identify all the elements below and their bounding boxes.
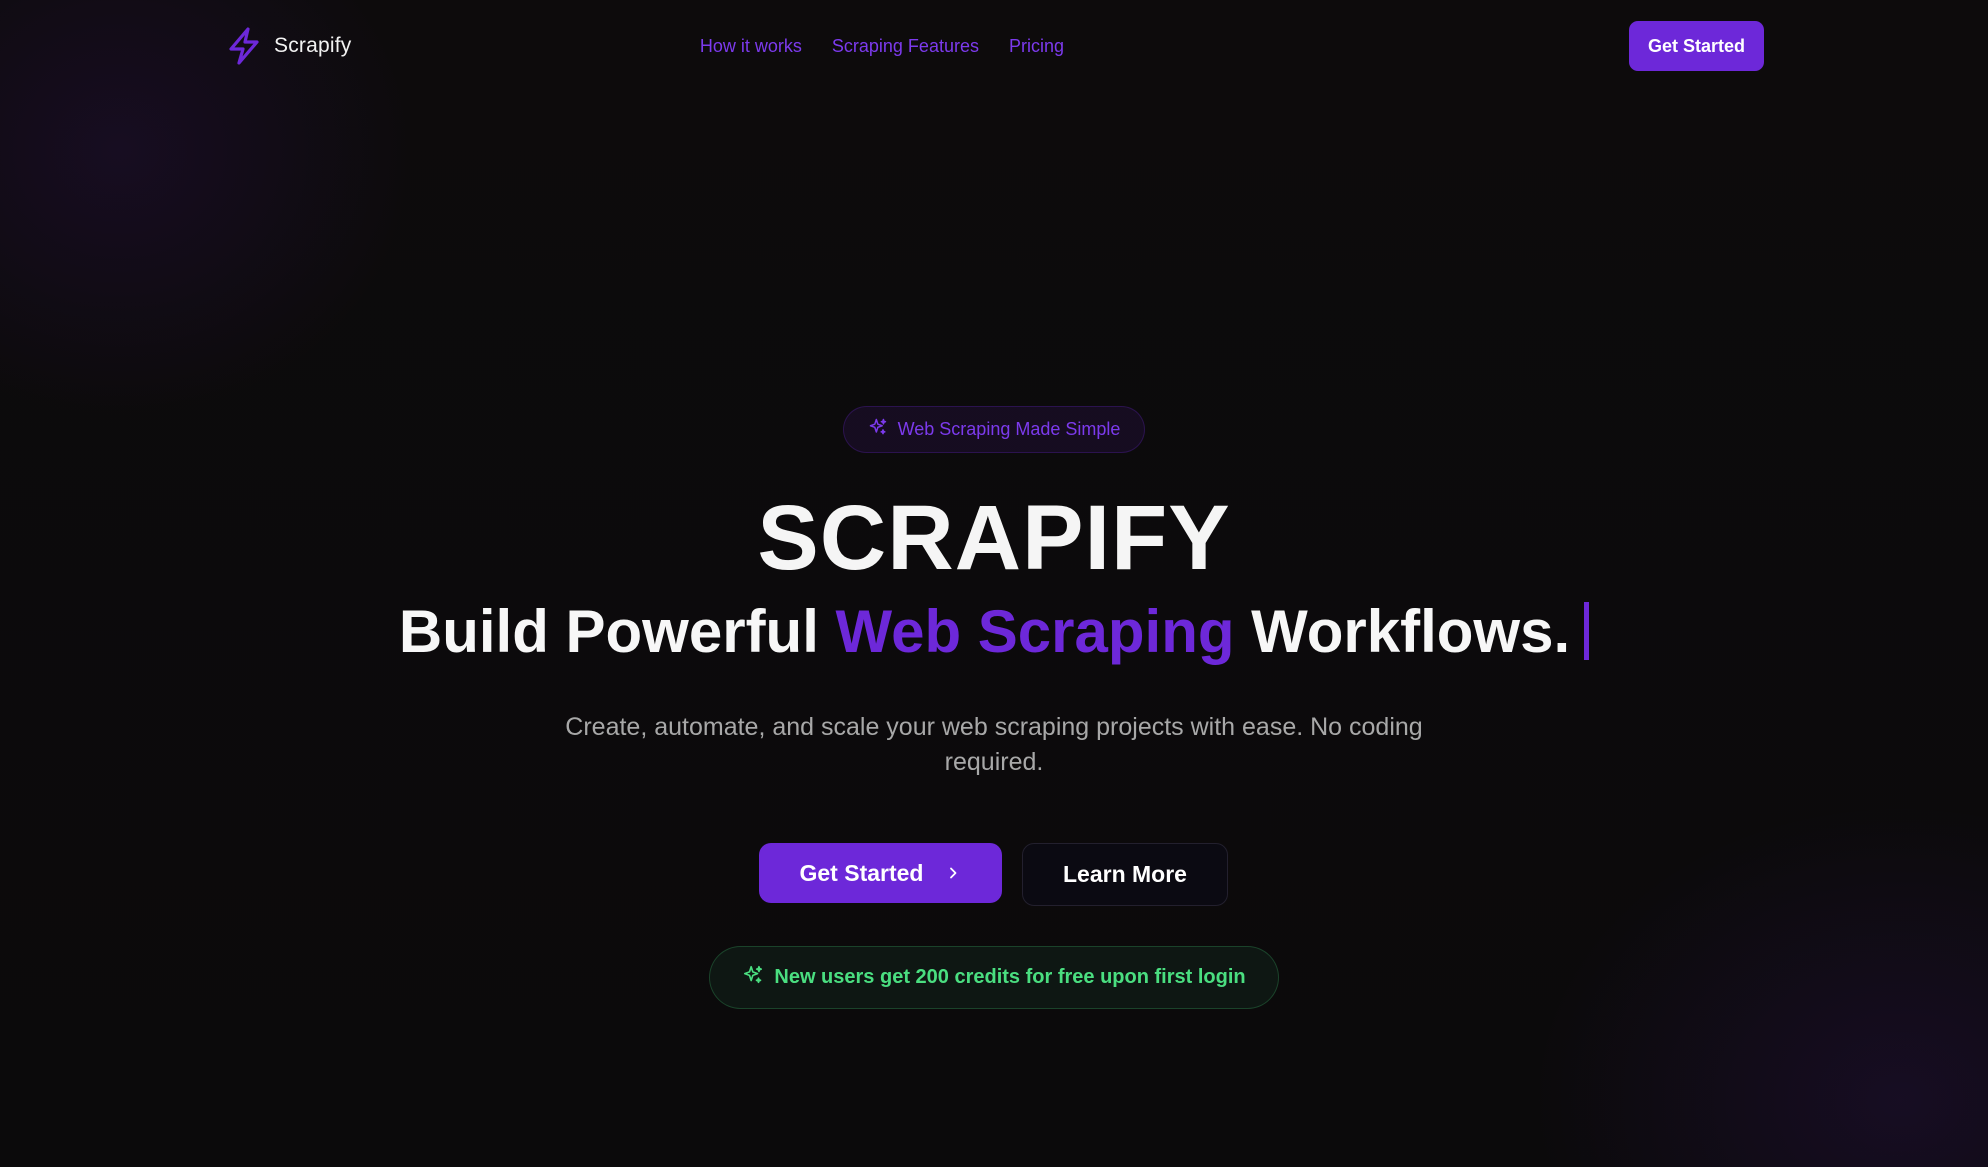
nav-links: How it works Scraping Features Pricing — [700, 0, 1064, 92]
learn-more-button[interactable]: Learn More — [1022, 843, 1228, 906]
hero-badge: Web Scraping Made Simple — [843, 406, 1145, 453]
nav-link-pricing[interactable]: Pricing — [1009, 36, 1064, 57]
typing-caret — [1584, 602, 1590, 660]
landing-page: Scrapify How it works Scraping Features … — [0, 0, 1988, 1167]
chevron-right-icon — [945, 860, 961, 887]
hero-subtitle-accent: Web Scraping — [835, 598, 1235, 665]
nav-get-started-button[interactable]: Get Started — [1629, 21, 1764, 71]
hero-subtitle: Build Powerful Web Scraping Workflows. — [0, 594, 1988, 670]
hero-get-started-label: Get Started — [799, 859, 924, 886]
hero-badge-text: Web Scraping Made Simple — [897, 419, 1121, 439]
brand-logo-link[interactable]: Scrapify — [226, 26, 351, 66]
brand-name: Scrapify — [274, 34, 352, 57]
promo-text: New users get 200 credits for free upon … — [774, 966, 1246, 988]
hero-get-started-button[interactable]: Get Started — [759, 843, 1002, 903]
sparkles-icon — [742, 964, 764, 991]
hero-subtitle-after: Workflows. — [1234, 598, 1571, 665]
sparkles-icon — [868, 417, 888, 442]
nav-link-how-it-works[interactable]: How it works — [700, 36, 802, 57]
hero-title: SCRAPIFY — [757, 487, 1231, 589]
nav-link-scraping-features[interactable]: Scraping Features — [832, 36, 979, 57]
lightning-bolt-icon — [226, 26, 262, 66]
hero-description: Create, automate, and scale your web scr… — [565, 713, 1423, 776]
top-navigation: Scrapify How it works Scraping Features … — [0, 0, 1988, 92]
promo-banner: New users get 200 credits for free upon … — [709, 946, 1279, 1009]
hero-subtitle-before: Build Powerful — [398, 598, 836, 665]
